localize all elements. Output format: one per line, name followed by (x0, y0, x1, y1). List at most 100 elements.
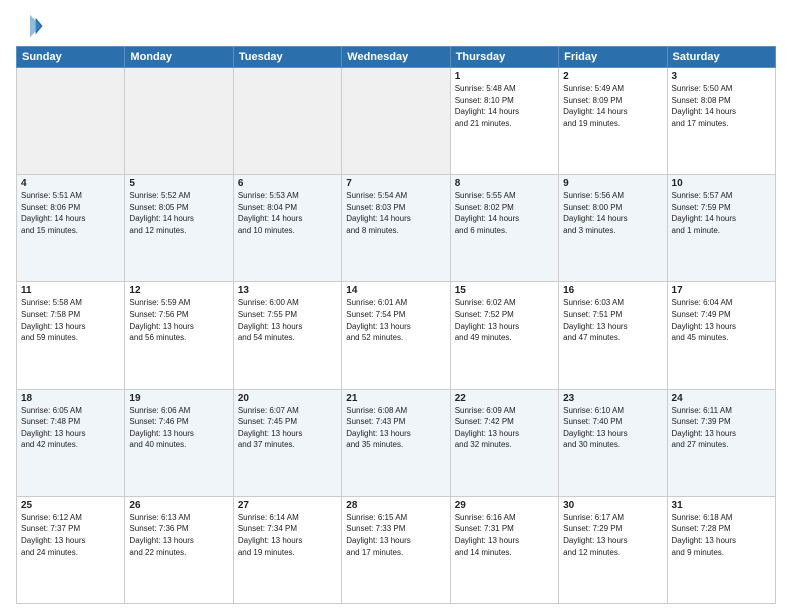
calendar-cell: 14Sunrise: 6:01 AM Sunset: 7:54 PM Dayli… (342, 282, 450, 389)
day-number: 5 (129, 178, 228, 189)
day-info: Sunrise: 6:00 AM Sunset: 7:55 PM Dayligh… (238, 297, 337, 343)
calendar-cell: 1Sunrise: 5:48 AM Sunset: 8:10 PM Daylig… (450, 68, 558, 175)
day-number: 7 (346, 178, 445, 189)
day-info: Sunrise: 5:55 AM Sunset: 8:02 PM Dayligh… (455, 190, 554, 236)
day-info: Sunrise: 5:53 AM Sunset: 8:04 PM Dayligh… (238, 190, 337, 236)
day-number: 12 (129, 285, 228, 296)
day-number: 24 (672, 393, 771, 404)
day-info: Sunrise: 6:12 AM Sunset: 7:37 PM Dayligh… (21, 512, 120, 558)
calendar-header-row: SundayMondayTuesdayWednesdayThursdayFrid… (17, 47, 776, 68)
logo-icon (16, 12, 44, 40)
calendar-week-4: 18Sunrise: 6:05 AM Sunset: 7:48 PM Dayli… (17, 389, 776, 496)
calendar-cell: 17Sunrise: 6:04 AM Sunset: 7:49 PM Dayli… (667, 282, 775, 389)
day-info: Sunrise: 6:03 AM Sunset: 7:51 PM Dayligh… (563, 297, 662, 343)
day-header-monday: Monday (125, 47, 233, 68)
day-info: Sunrise: 5:51 AM Sunset: 8:06 PM Dayligh… (21, 190, 120, 236)
day-info: Sunrise: 5:57 AM Sunset: 7:59 PM Dayligh… (672, 190, 771, 236)
day-number: 9 (563, 178, 662, 189)
calendar-cell (125, 68, 233, 175)
day-number: 22 (455, 393, 554, 404)
calendar-cell: 24Sunrise: 6:11 AM Sunset: 7:39 PM Dayli… (667, 389, 775, 496)
day-number: 2 (563, 71, 662, 82)
day-info: Sunrise: 5:59 AM Sunset: 7:56 PM Dayligh… (129, 297, 228, 343)
day-info: Sunrise: 6:11 AM Sunset: 7:39 PM Dayligh… (672, 405, 771, 451)
day-info: Sunrise: 6:16 AM Sunset: 7:31 PM Dayligh… (455, 512, 554, 558)
day-info: Sunrise: 6:05 AM Sunset: 7:48 PM Dayligh… (21, 405, 120, 451)
calendar-cell: 2Sunrise: 5:49 AM Sunset: 8:09 PM Daylig… (559, 68, 667, 175)
calendar-cell: 5Sunrise: 5:52 AM Sunset: 8:05 PM Daylig… (125, 175, 233, 282)
day-info: Sunrise: 6:06 AM Sunset: 7:46 PM Dayligh… (129, 405, 228, 451)
calendar-table: SundayMondayTuesdayWednesdayThursdayFrid… (16, 46, 776, 604)
page: SundayMondayTuesdayWednesdayThursdayFrid… (0, 0, 792, 612)
day-header-friday: Friday (559, 47, 667, 68)
calendar-cell: 19Sunrise: 6:06 AM Sunset: 7:46 PM Dayli… (125, 389, 233, 496)
calendar-cell (17, 68, 125, 175)
header (16, 12, 776, 40)
day-info: Sunrise: 6:18 AM Sunset: 7:28 PM Dayligh… (672, 512, 771, 558)
calendar-cell: 7Sunrise: 5:54 AM Sunset: 8:03 PM Daylig… (342, 175, 450, 282)
day-number: 25 (21, 500, 120, 511)
calendar-cell: 22Sunrise: 6:09 AM Sunset: 7:42 PM Dayli… (450, 389, 558, 496)
calendar-cell: 29Sunrise: 6:16 AM Sunset: 7:31 PM Dayli… (450, 496, 558, 603)
day-number: 31 (672, 500, 771, 511)
day-info: Sunrise: 6:17 AM Sunset: 7:29 PM Dayligh… (563, 512, 662, 558)
day-header-tuesday: Tuesday (233, 47, 341, 68)
day-number: 15 (455, 285, 554, 296)
day-number: 27 (238, 500, 337, 511)
day-header-saturday: Saturday (667, 47, 775, 68)
calendar-cell: 21Sunrise: 6:08 AM Sunset: 7:43 PM Dayli… (342, 389, 450, 496)
day-number: 10 (672, 178, 771, 189)
calendar-cell: 13Sunrise: 6:00 AM Sunset: 7:55 PM Dayli… (233, 282, 341, 389)
day-info: Sunrise: 6:04 AM Sunset: 7:49 PM Dayligh… (672, 297, 771, 343)
day-info: Sunrise: 6:08 AM Sunset: 7:43 PM Dayligh… (346, 405, 445, 451)
day-info: Sunrise: 5:49 AM Sunset: 8:09 PM Dayligh… (563, 83, 662, 129)
day-number: 17 (672, 285, 771, 296)
day-info: Sunrise: 5:58 AM Sunset: 7:58 PM Dayligh… (21, 297, 120, 343)
calendar-cell: 23Sunrise: 6:10 AM Sunset: 7:40 PM Dayli… (559, 389, 667, 496)
calendar-week-2: 4Sunrise: 5:51 AM Sunset: 8:06 PM Daylig… (17, 175, 776, 282)
calendar-week-1: 1Sunrise: 5:48 AM Sunset: 8:10 PM Daylig… (17, 68, 776, 175)
day-number: 21 (346, 393, 445, 404)
day-info: Sunrise: 5:48 AM Sunset: 8:10 PM Dayligh… (455, 83, 554, 129)
day-number: 13 (238, 285, 337, 296)
day-number: 16 (563, 285, 662, 296)
calendar-cell: 31Sunrise: 6:18 AM Sunset: 7:28 PM Dayli… (667, 496, 775, 603)
day-info: Sunrise: 6:15 AM Sunset: 7:33 PM Dayligh… (346, 512, 445, 558)
day-info: Sunrise: 6:09 AM Sunset: 7:42 PM Dayligh… (455, 405, 554, 451)
day-info: Sunrise: 6:01 AM Sunset: 7:54 PM Dayligh… (346, 297, 445, 343)
calendar-week-5: 25Sunrise: 6:12 AM Sunset: 7:37 PM Dayli… (17, 496, 776, 603)
day-header-sunday: Sunday (17, 47, 125, 68)
calendar-cell (342, 68, 450, 175)
day-number: 29 (455, 500, 554, 511)
day-info: Sunrise: 6:10 AM Sunset: 7:40 PM Dayligh… (563, 405, 662, 451)
calendar-cell: 18Sunrise: 6:05 AM Sunset: 7:48 PM Dayli… (17, 389, 125, 496)
day-info: Sunrise: 5:50 AM Sunset: 8:08 PM Dayligh… (672, 83, 771, 129)
day-info: Sunrise: 6:13 AM Sunset: 7:36 PM Dayligh… (129, 512, 228, 558)
day-number: 20 (238, 393, 337, 404)
calendar-cell: 15Sunrise: 6:02 AM Sunset: 7:52 PM Dayli… (450, 282, 558, 389)
calendar-week-3: 11Sunrise: 5:58 AM Sunset: 7:58 PM Dayli… (17, 282, 776, 389)
calendar-cell: 10Sunrise: 5:57 AM Sunset: 7:59 PM Dayli… (667, 175, 775, 282)
day-number: 28 (346, 500, 445, 511)
day-number: 4 (21, 178, 120, 189)
day-number: 14 (346, 285, 445, 296)
day-info: Sunrise: 6:14 AM Sunset: 7:34 PM Dayligh… (238, 512, 337, 558)
day-number: 18 (21, 393, 120, 404)
calendar-cell: 4Sunrise: 5:51 AM Sunset: 8:06 PM Daylig… (17, 175, 125, 282)
day-number: 6 (238, 178, 337, 189)
day-number: 26 (129, 500, 228, 511)
calendar-cell: 26Sunrise: 6:13 AM Sunset: 7:36 PM Dayli… (125, 496, 233, 603)
day-info: Sunrise: 6:07 AM Sunset: 7:45 PM Dayligh… (238, 405, 337, 451)
day-info: Sunrise: 5:52 AM Sunset: 8:05 PM Dayligh… (129, 190, 228, 236)
calendar-cell: 25Sunrise: 6:12 AM Sunset: 7:37 PM Dayli… (17, 496, 125, 603)
calendar-cell: 3Sunrise: 5:50 AM Sunset: 8:08 PM Daylig… (667, 68, 775, 175)
day-number: 1 (455, 71, 554, 82)
day-number: 19 (129, 393, 228, 404)
day-info: Sunrise: 5:54 AM Sunset: 8:03 PM Dayligh… (346, 190, 445, 236)
day-number: 23 (563, 393, 662, 404)
calendar-cell: 27Sunrise: 6:14 AM Sunset: 7:34 PM Dayli… (233, 496, 341, 603)
calendar-cell: 12Sunrise: 5:59 AM Sunset: 7:56 PM Dayli… (125, 282, 233, 389)
logo (16, 12, 48, 40)
day-number: 3 (672, 71, 771, 82)
day-number: 30 (563, 500, 662, 511)
